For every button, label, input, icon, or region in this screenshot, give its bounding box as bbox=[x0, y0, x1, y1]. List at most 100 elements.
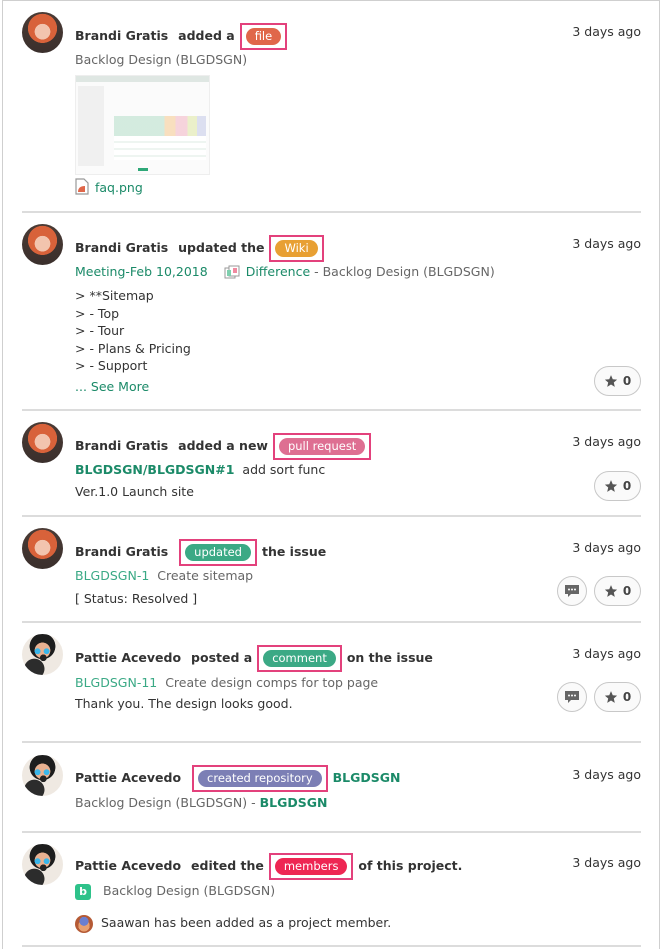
activity-item-comment: Pattie Acevedo posted a comment on the i… bbox=[22, 623, 641, 743]
issue-key-link[interactable]: BLGDSGN-1 bbox=[75, 568, 149, 583]
difference-link[interactable]: Difference bbox=[246, 264, 310, 279]
wiki-line: > **Sitemap bbox=[75, 288, 154, 303]
star-button[interactable]: 0 bbox=[594, 471, 641, 501]
repository-link-secondary[interactable]: BLGDSGN bbox=[260, 795, 328, 810]
attachment-thumbnail[interactable] bbox=[75, 75, 210, 175]
badge-comment: comment bbox=[263, 650, 336, 667]
pull-request-link[interactable]: BLGDSGN/BLGDSGN#1 bbox=[75, 462, 234, 477]
user-name[interactable]: Brandi Gratis bbox=[75, 544, 168, 559]
activity-item-wiki: Brandi Gratis updated the Wiki 3 days ag… bbox=[22, 213, 641, 411]
activity-item-file: Brandi Gratis added a file 3 days ago Ba… bbox=[22, 0, 641, 213]
highlight-box: updated bbox=[179, 539, 257, 566]
issue-title[interactable]: Create sitemap bbox=[157, 568, 253, 583]
wiki-line: > - Support bbox=[75, 358, 148, 373]
badge-created-repository: created repository bbox=[198, 770, 322, 787]
attachment-name[interactable]: faq.png bbox=[95, 180, 143, 195]
user-name[interactable]: Pattie Acevedo bbox=[75, 858, 181, 873]
project-name: Backlog Design (BLGDSGN) bbox=[75, 52, 248, 67]
highlight-box: pull request bbox=[272, 433, 372, 460]
activity-header: Brandi Gratis updated the Wiki bbox=[75, 235, 325, 262]
user-name[interactable]: Pattie Acevedo bbox=[75, 770, 181, 785]
avatar-brandi-gratis[interactable] bbox=[22, 422, 63, 463]
activity-header: Brandi Gratis added a new pull request bbox=[75, 433, 372, 460]
activity-verb-after: of this project. bbox=[358, 858, 463, 873]
wiki-line: > - Plans & Pricing bbox=[75, 341, 191, 356]
star-count: 0 bbox=[622, 690, 632, 704]
star-count: 0 bbox=[622, 479, 632, 493]
activity-verb: edited the bbox=[191, 858, 264, 873]
badge-pull-request: pull request bbox=[278, 438, 366, 455]
activity-item-members: Pattie Acevedo edited the members of thi… bbox=[22, 833, 641, 949]
see-more-link[interactable]: ... See More bbox=[75, 378, 149, 395]
star-icon bbox=[604, 691, 617, 703]
activity-header: Brandi Gratis added a file bbox=[75, 23, 288, 50]
wiki-link-row: Meeting-Feb 10,2018 Difference - Backlog… bbox=[75, 263, 495, 283]
member-added-text: Saawan has been added as a project membe… bbox=[101, 915, 392, 930]
pull-request-detail: Ver.1.0 Launch site bbox=[75, 484, 194, 499]
avatar-brandi-gratis[interactable] bbox=[22, 224, 63, 265]
star-count: 0 bbox=[622, 374, 632, 388]
star-icon bbox=[604, 585, 617, 597]
attachment-file[interactable]: faq.png bbox=[75, 178, 143, 199]
timestamp: 3 days ago bbox=[572, 540, 641, 555]
avatar-pattie-acevedo[interactable] bbox=[22, 755, 63, 796]
user-name[interactable]: Brandi Gratis bbox=[75, 28, 168, 43]
activity-item-issue-update: Brandi Gratis updated the issue 3 days a… bbox=[22, 517, 641, 623]
project-icon: b bbox=[75, 883, 91, 900]
highlight-box: created repository bbox=[192, 765, 328, 792]
divider bbox=[22, 945, 641, 947]
comment-text: Thank you. The design looks good. bbox=[75, 696, 293, 711]
issue-row: BLGDSGN-11 Create design comps for top p… bbox=[75, 674, 378, 691]
project-name: - Backlog Design (BLGDSGN) bbox=[314, 264, 495, 279]
star-icon bbox=[604, 375, 617, 387]
repository-link[interactable]: BLGDSGN bbox=[333, 770, 401, 785]
star-button[interactable]: 0 bbox=[594, 682, 641, 712]
star-button[interactable]: 0 bbox=[594, 366, 641, 396]
user-name[interactable]: Brandi Gratis bbox=[75, 438, 168, 453]
activity-verb: posted a bbox=[191, 650, 253, 665]
wiki-line: > - Tour bbox=[75, 323, 125, 338]
activity-verb: added a bbox=[178, 28, 235, 43]
highlight-box: members bbox=[268, 853, 354, 880]
activity-header: Pattie Acevedo created repository BLGDSG… bbox=[75, 765, 401, 792]
avatar-brandi-gratis[interactable] bbox=[22, 528, 63, 569]
avatar-pattie-acevedo[interactable] bbox=[22, 844, 63, 885]
highlight-box: Wiki bbox=[269, 235, 324, 262]
wiki-page-link[interactable]: Meeting-Feb 10,2018 bbox=[75, 264, 208, 279]
activity-header: Pattie Acevedo edited the members of thi… bbox=[75, 853, 462, 880]
timestamp: 3 days ago bbox=[572, 767, 641, 782]
comment-icon bbox=[565, 690, 579, 703]
issue-key-link[interactable]: BLGDSGN-11 bbox=[75, 675, 157, 690]
badge-updated: updated bbox=[185, 544, 251, 561]
star-count: 0 bbox=[622, 584, 632, 598]
avatar-saawan bbox=[75, 914, 93, 933]
badge-wiki: Wiki bbox=[275, 240, 318, 257]
timestamp: 3 days ago bbox=[572, 646, 641, 661]
activity-item-repository: Pattie Acevedo created repository BLGDSG… bbox=[22, 743, 641, 833]
user-name[interactable]: Pattie Acevedo bbox=[75, 650, 181, 665]
project-name[interactable]: Backlog Design (BLGDSGN) bbox=[103, 883, 275, 898]
issue-title[interactable]: Create design comps for top page bbox=[165, 675, 378, 690]
badge-members: members bbox=[274, 858, 348, 875]
user-name[interactable]: Brandi Gratis bbox=[75, 240, 168, 255]
activity-verb: updated the bbox=[178, 240, 265, 255]
comment-button[interactable] bbox=[557, 576, 587, 606]
image-file-icon bbox=[75, 178, 89, 199]
activity-header: Pattie Acevedo posted a comment on the i… bbox=[75, 645, 433, 672]
activity-verb: added a new bbox=[178, 438, 268, 453]
timestamp: 3 days ago bbox=[572, 236, 641, 251]
repository-row: Backlog Design (BLGDSGN) - BLGDSGN bbox=[75, 794, 327, 811]
star-button[interactable]: 0 bbox=[594, 576, 641, 606]
avatar-pattie-acevedo[interactable] bbox=[22, 634, 63, 675]
timestamp: 3 days ago bbox=[572, 24, 641, 39]
highlight-box: file bbox=[239, 23, 288, 50]
issue-row: BLGDSGN-1 Create sitemap bbox=[75, 567, 253, 584]
star-icon bbox=[604, 480, 617, 492]
timestamp: 3 days ago bbox=[572, 855, 641, 870]
member-added-row: Saawan has been added as a project membe… bbox=[75, 914, 391, 933]
timestamp: 3 days ago bbox=[572, 434, 641, 449]
comment-button[interactable] bbox=[557, 682, 587, 712]
badge-file: file bbox=[245, 28, 282, 45]
avatar-brandi-gratis[interactable] bbox=[22, 12, 63, 53]
activity-verb-after: on the issue bbox=[346, 650, 433, 665]
